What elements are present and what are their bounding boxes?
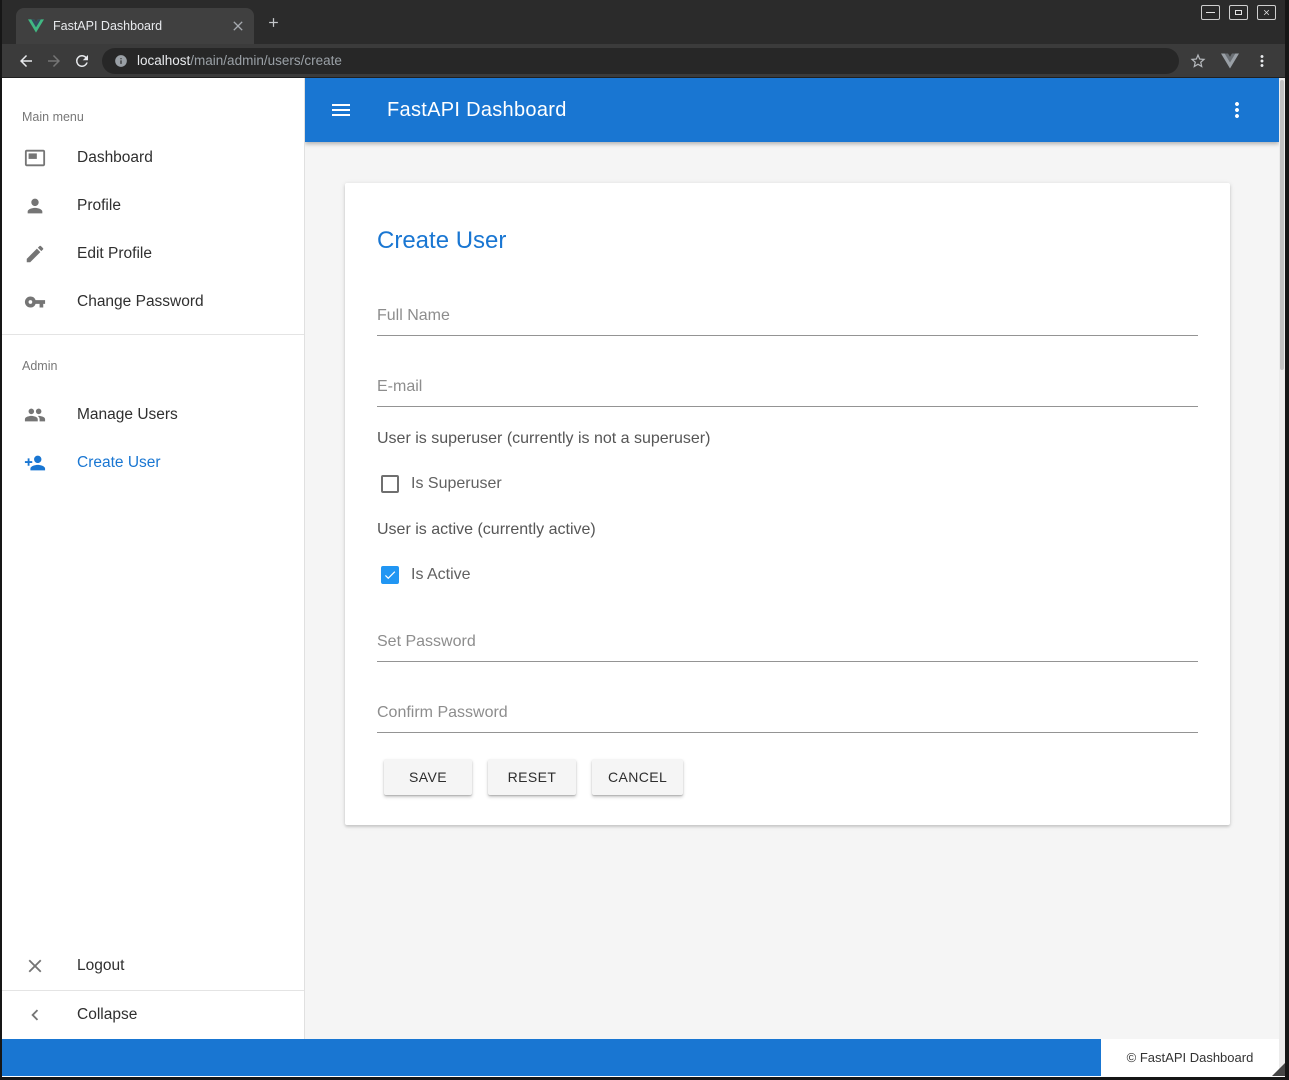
sidebar: Main menu Dashboard Profile Edit Profile [2, 78, 305, 1039]
vue-favicon-icon [28, 19, 44, 33]
forward-icon [45, 52, 63, 70]
app-footer: © FastAPI Dashboard [2, 1039, 1279, 1076]
sidebar-item-label: Logout [77, 957, 124, 975]
cancel-button[interactable]: CANCEL [592, 759, 683, 795]
dashboard-icon [23, 146, 47, 170]
form-actions: SAVE RESET CANCEL [377, 759, 1198, 795]
window-controls [1201, 5, 1276, 20]
hamburger-menu-icon[interactable] [329, 98, 353, 122]
bookmark-star-icon[interactable] [1189, 52, 1207, 70]
browser-menu-kebab-icon[interactable] [1253, 52, 1271, 70]
sidebar-item-label: Manage Users [77, 406, 178, 424]
close-icon [23, 954, 47, 978]
email-field-wrap [377, 372, 1198, 407]
toolbar-right-icons [1189, 52, 1271, 70]
save-button[interactable]: SAVE [384, 759, 472, 795]
sidebar-item-profile[interactable]: Profile [2, 182, 304, 230]
back-icon [17, 52, 35, 70]
password-input[interactable] [377, 627, 1198, 662]
reload-icon [73, 52, 91, 70]
superuser-checkbox-row[interactable]: Is Superuser [377, 472, 1198, 496]
main-content: Create User User is superuser (currently… [305, 142, 1279, 1039]
person-icon [23, 194, 47, 218]
sidebar-item-change-password[interactable]: Change Password [2, 278, 304, 326]
person-add-icon [23, 451, 47, 475]
tab-title: FastAPI Dashboard [53, 19, 230, 33]
page: Main menu Dashboard Profile Edit Profile [2, 78, 1285, 1076]
scrollbar-thumb[interactable] [1280, 80, 1284, 370]
url-path: /main/admin/users/create [190, 53, 342, 68]
copyright-panel: © FastAPI Dashboard [1101, 1039, 1279, 1076]
confirm-password-input[interactable] [377, 698, 1198, 733]
password-field-wrap [377, 627, 1198, 662]
tab-close-icon[interactable] [230, 18, 246, 34]
full-name-field-wrap [377, 301, 1198, 336]
pencil-icon [23, 242, 47, 266]
key-icon [23, 290, 47, 314]
active-checkbox-label[interactable]: Is Active [411, 566, 471, 584]
window-maximize-button[interactable] [1229, 5, 1248, 20]
forward-button[interactable] [40, 47, 68, 75]
address-bar[interactable]: localhost/main/admin/users/create [102, 48, 1179, 74]
app-bar: FastAPI Dashboard [305, 78, 1279, 142]
sidebar-item-label: Create User [77, 454, 161, 472]
back-button[interactable] [12, 47, 40, 75]
sidebar-item-edit-profile[interactable]: Edit Profile [2, 230, 304, 278]
window-resize-grip[interactable] [1272, 1063, 1285, 1076]
active-hint-text: User is active (currently active) [377, 520, 1198, 539]
browser-tab[interactable]: FastAPI Dashboard [16, 8, 254, 44]
sidebar-section-admin: Admin [2, 343, 304, 391]
page-title: Create User [377, 183, 1198, 257]
sidebar-spacer [2, 487, 304, 942]
app-title: FastAPI Dashboard [387, 99, 567, 122]
window-close-button[interactable] [1257, 5, 1276, 20]
minimize-icon [1206, 12, 1215, 14]
chevron-left-icon [23, 1003, 47, 1027]
page-scrollbar[interactable] [1279, 78, 1285, 1076]
sidebar-section-main-menu: Main menu [2, 78, 304, 134]
sidebar-item-label: Collapse [77, 1006, 137, 1024]
sidebar-item-label: Profile [77, 197, 121, 215]
copyright-text: © FastAPI Dashboard [1127, 1050, 1254, 1065]
confirm-password-field-wrap [377, 698, 1198, 733]
people-icon [23, 403, 47, 427]
sidebar-item-manage-users[interactable]: Manage Users [2, 391, 304, 439]
url-host: localhost [137, 53, 190, 68]
superuser-hint-text: User is superuser (currently is not a su… [377, 429, 1198, 448]
browser-window: FastAPI Dashboard [2, 0, 1285, 1077]
sidebar-divider [2, 334, 304, 335]
browser-titlebar: FastAPI Dashboard [2, 0, 1285, 44]
vue-devtools-extension-icon[interactable] [1221, 52, 1239, 70]
close-icon [1262, 8, 1271, 17]
superuser-checkbox[interactable] [381, 475, 399, 493]
reload-button[interactable] [68, 47, 96, 75]
maximize-icon [1235, 10, 1242, 15]
check-icon [383, 568, 397, 582]
sidebar-item-label: Change Password [77, 293, 204, 311]
site-info-icon[interactable] [114, 54, 128, 68]
sidebar-item-label: Edit Profile [77, 245, 152, 263]
sidebar-item-logout[interactable]: Logout [2, 942, 304, 990]
sidebar-item-create-user[interactable]: Create User [2, 439, 304, 487]
email-input[interactable] [377, 372, 1198, 407]
sidebar-item-label: Dashboard [77, 149, 153, 167]
active-checkbox-row[interactable]: Is Active [377, 563, 1198, 587]
browser-toolbar: localhost/main/admin/users/create [2, 44, 1285, 78]
window-minimize-button[interactable] [1201, 5, 1220, 20]
create-user-card: Create User User is superuser (currently… [345, 183, 1230, 825]
sidebar-item-dashboard[interactable]: Dashboard [2, 134, 304, 182]
superuser-checkbox-label[interactable]: Is Superuser [411, 475, 502, 493]
full-name-input[interactable] [377, 301, 1198, 336]
new-tab-button[interactable] [266, 15, 281, 30]
app-menu-kebab-icon[interactable] [1225, 98, 1249, 122]
sidebar-item-collapse[interactable]: Collapse [2, 991, 304, 1039]
reset-button[interactable]: RESET [488, 759, 576, 795]
active-checkbox[interactable] [381, 566, 399, 584]
